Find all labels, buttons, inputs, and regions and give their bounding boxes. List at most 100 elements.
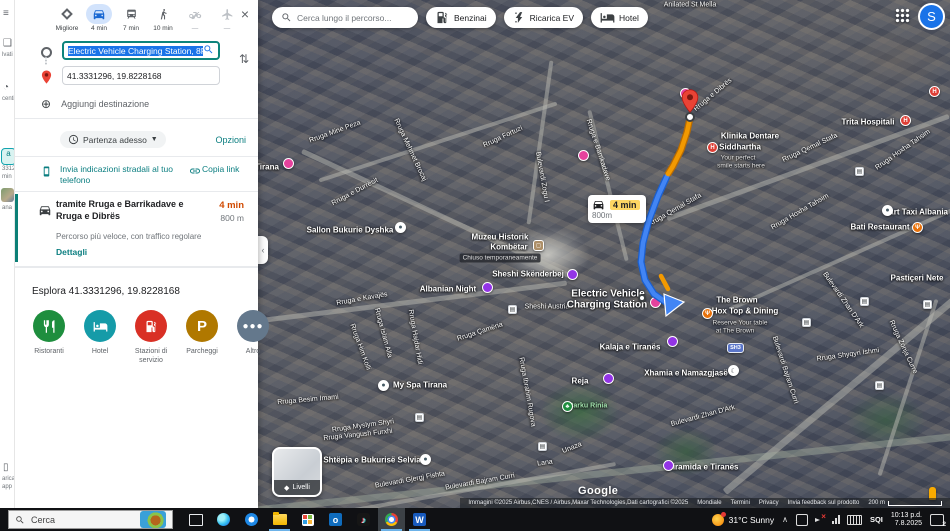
collapse-panel-button[interactable]: ‹ [258, 236, 268, 264]
filter-hotel[interactable]: Hotel [591, 7, 648, 28]
attribution-link[interactable]: Termini [731, 500, 750, 506]
purple-marker[interactable] [567, 269, 578, 280]
muted-speaker-icon[interactable] [815, 515, 825, 525]
destination-input[interactable]: 41.3331296, 19.8228168 [62, 66, 220, 85]
purple-marker[interactable] [663, 460, 674, 471]
red-marker[interactable]: H [707, 142, 718, 153]
destination-value: 41.3331296, 19.8228168 [67, 71, 162, 81]
transit-marker[interactable]: ▤ [508, 305, 517, 314]
layers-button[interactable]: ◆Livelli [272, 447, 322, 497]
task-view-button[interactable] [182, 508, 209, 531]
notifications-button[interactable]: 2 [930, 514, 944, 526]
search-icon[interactable] [203, 44, 214, 57]
date: 7.8.2025 [891, 520, 922, 528]
filter-ev[interactable]: Ricarica EV [504, 7, 583, 28]
hidden-icons-chevron[interactable]: ∧ [782, 515, 788, 524]
green-marker[interactable]: ♣ [562, 401, 573, 412]
edge-button[interactable] [210, 508, 237, 531]
search-along-route-input[interactable]: Cerca lungo il percorso... [272, 7, 418, 28]
taskbar-search-input[interactable]: Cerca [8, 510, 173, 529]
mode-best[interactable]: Migliore [54, 4, 80, 32]
close-directions-button[interactable]: × [241, 7, 249, 21]
shield-marker[interactable]: SH3 [727, 343, 744, 353]
white-marker[interactable]: ● [420, 454, 431, 465]
saved-icon[interactable]: ❑ [3, 38, 12, 49]
flight-icon [215, 4, 240, 24]
map-label: Rruga Besim Imami [277, 394, 339, 406]
recents-icon[interactable]: ◔ [3, 82, 9, 93]
orange-marker[interactable]: Ψ [912, 222, 923, 233]
attribution-link[interactable]: Privacy [759, 500, 779, 506]
dot-marker[interactable] [638, 294, 646, 302]
purple-marker[interactable] [667, 336, 678, 347]
white-marker[interactable]: ● [882, 205, 893, 216]
camera-marker[interactable]: ◻ [533, 240, 544, 251]
file-explorer-button[interactable] [266, 508, 293, 531]
purple-marker[interactable] [482, 282, 493, 293]
category-gas[interactable]: Stazioni di servizio [130, 310, 172, 365]
options-link[interactable]: Opzioni [215, 135, 246, 145]
origin-input[interactable]: Electric Vehicle Charging Station, 8P [62, 41, 220, 60]
attribution-link[interactable]: Mondiale [697, 500, 721, 506]
route-tooltip[interactable]: 4 min 800m [588, 195, 646, 223]
category-parking[interactable]: PParcheggi [181, 310, 223, 365]
transit-marker[interactable]: ▤ [802, 318, 811, 327]
google-apps-grid-icon[interactable] [895, 8, 910, 23]
pink-marker[interactable] [650, 297, 661, 308]
orange-marker[interactable]: Ψ [702, 308, 713, 319]
word-button[interactable]: W [406, 508, 433, 531]
pink-marker[interactable] [680, 88, 691, 99]
copy-link-button[interactable]: Copia link [202, 164, 239, 175]
transit-marker[interactable]: ▤ [923, 300, 932, 309]
pink-marker[interactable] [578, 150, 589, 161]
weather-widget[interactable]: 31°C Sunny [712, 514, 774, 526]
transit-marker[interactable]: ▤ [855, 167, 864, 176]
red-marker[interactable]: H [929, 86, 940, 97]
white-marker[interactable]: ● [378, 380, 389, 391]
place-thumbnail[interactable] [1, 188, 14, 202]
transit-marker[interactable]: ▤ [538, 442, 547, 451]
mode-flight[interactable]: — [214, 4, 240, 32]
outlook-icon: o [329, 513, 342, 526]
route-details-link[interactable]: Dettagli [56, 247, 87, 257]
search-highlight-image[interactable] [140, 511, 166, 528]
pink-marker[interactable] [283, 158, 294, 169]
transit-marker[interactable]: ▤ [875, 381, 884, 390]
category-hotel[interactable]: Hotel [79, 310, 121, 365]
purple-marker[interactable] [603, 373, 614, 384]
transit-marker[interactable]: ▤ [415, 413, 424, 422]
keyboard-icon[interactable] [847, 515, 862, 525]
send-to-phone-link[interactable]: Invia indicazioni stradali al tuo telefo… [41, 164, 191, 185]
taskbar-clock[interactable]: 10:13 p.d. 7.8.2025 [891, 512, 922, 528]
category-more[interactable]: ●●●Altro [232, 310, 274, 365]
departure-time-dropdown[interactable]: Partenza adesso ▼ [60, 131, 166, 148]
red-marker[interactable]: H [900, 115, 911, 126]
network-icon[interactable] [832, 515, 840, 524]
swap-origin-destination-button[interactable]: ⇅ [239, 52, 249, 66]
departure-label: Partenza adesso [83, 135, 147, 145]
media-player-button[interactable] [238, 508, 265, 531]
mosque-marker[interactable]: ☾ [728, 365, 739, 376]
transit-marker[interactable]: ▤ [860, 297, 869, 306]
add-destination-button[interactable]: ⊕ Aggiungi destinazione [41, 97, 149, 111]
tiktok-button[interactable]: ♪ [350, 508, 377, 531]
map-canvas[interactable]: Anilated St MellaRruga Mine PezaRruga Fo… [258, 0, 950, 508]
microsoft-store-button[interactable] [294, 508, 321, 531]
mode-walk[interactable]: 10 min [150, 4, 176, 32]
outlook-button[interactable]: o [322, 508, 349, 531]
menu-icon[interactable]: ≡ [3, 8, 9, 19]
route-chip[interactable]: a [1, 148, 15, 165]
mode-bike[interactable]: — [182, 4, 208, 32]
get-app-icon[interactable]: ▯ [3, 462, 9, 473]
white-marker[interactable]: ● [395, 222, 406, 233]
filter-gas[interactable]: Benzinai [426, 7, 496, 28]
chrome-button[interactable] [378, 508, 405, 531]
route-card[interactable]: tramite Rruga e Barrikadave e Rruga e Di… [14, 192, 258, 264]
category-food[interactable]: Ristoranti [28, 310, 70, 365]
mode-drive[interactable]: 4 min [86, 4, 112, 32]
account-avatar[interactable]: S [918, 3, 945, 30]
tray-app-icon[interactable] [796, 514, 808, 526]
language-indicator[interactable]: SQI [870, 515, 883, 524]
mode-transit[interactable]: 7 min [118, 4, 144, 32]
attribution-link[interactable]: Invia feedback sul prodotto [788, 500, 860, 506]
